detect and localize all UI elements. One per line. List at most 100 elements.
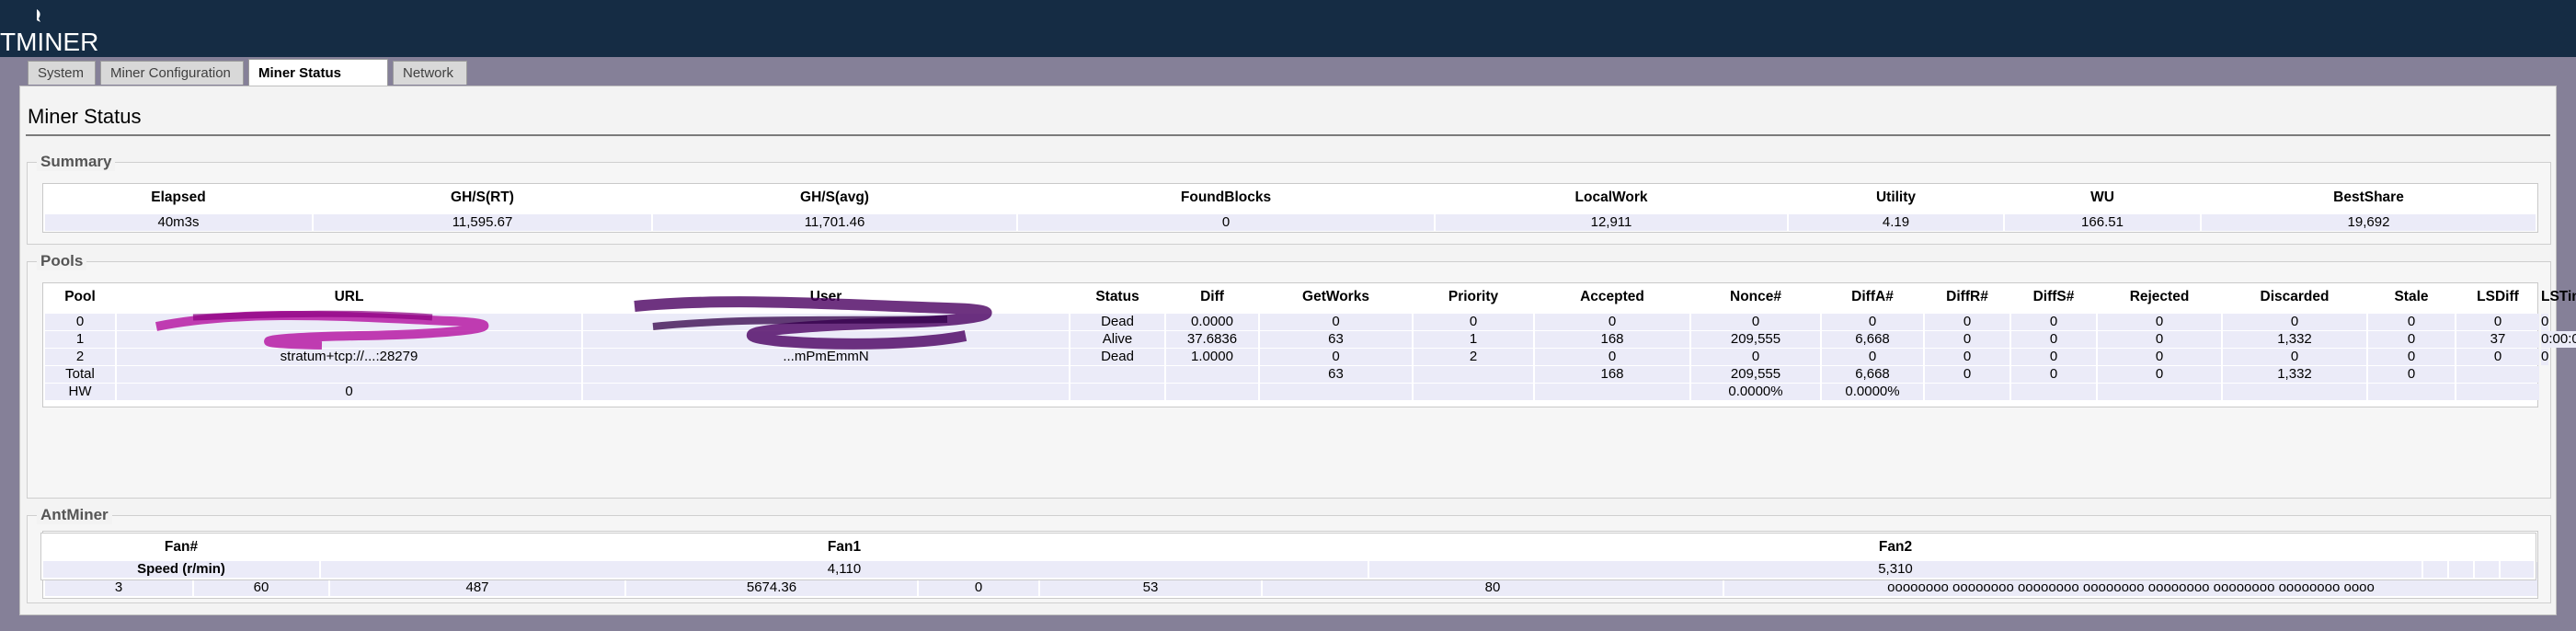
pools-cell: 0.0000% bbox=[1822, 384, 1923, 400]
pools-cell: Alive bbox=[1070, 331, 1164, 348]
pools-cell: 0.0000 bbox=[1166, 314, 1258, 330]
pools-cell: 37.6836 bbox=[1166, 331, 1258, 348]
pools-cell bbox=[583, 366, 1069, 383]
pools-cell: 209,555 bbox=[1691, 366, 1820, 383]
fan-header-cell: Fan1 bbox=[827, 539, 862, 555]
pools-cell bbox=[2223, 384, 2366, 400]
pools-cell: 63 bbox=[1260, 331, 1412, 348]
summary-legend: Summary bbox=[37, 153, 116, 171]
pools-cell: 0 bbox=[2456, 349, 2539, 365]
summary-section: Summary Elapsed GH/S(RT) GH/S(avg) Found… bbox=[27, 153, 2551, 245]
pools-header-cell: Diff bbox=[1200, 289, 1224, 304]
pools-cell: 0 bbox=[2011, 314, 2096, 330]
pools-cell: Dead bbox=[1070, 349, 1164, 365]
pools-cell: 0 bbox=[117, 384, 581, 400]
pools-header-cell: Status bbox=[1095, 289, 1139, 304]
redaction-scribble-icon bbox=[155, 296, 992, 350]
tab-miner-configuration[interactable]: Miner Configuration bbox=[100, 61, 244, 85]
pools-cell bbox=[1070, 384, 1164, 400]
summary-value-cell: 0 bbox=[1018, 214, 1434, 231]
fan-empty-cell bbox=[2449, 561, 2473, 578]
pools-legend: Pools bbox=[37, 252, 87, 270]
pools-cell: 0 bbox=[2541, 314, 2549, 330]
summary-value-cell: 11,701.46 bbox=[653, 214, 1016, 231]
pools-cell: 2 bbox=[1414, 349, 1533, 365]
fan-empty-cell bbox=[2475, 561, 2499, 578]
pools-cell bbox=[1260, 384, 1412, 400]
pools-cell bbox=[1535, 384, 1689, 400]
pools-cell: 0 bbox=[1822, 314, 1923, 330]
pools-cell: 0 bbox=[2223, 349, 2366, 365]
pools-cell: Dead bbox=[1070, 314, 1164, 330]
antminer-cell: 53 bbox=[1040, 579, 1261, 596]
pools-header-cell: Rejected bbox=[2129, 289, 2190, 304]
pools-cell: HW bbox=[45, 384, 115, 400]
pools-cell: 0 bbox=[2368, 349, 2455, 365]
pools-cell bbox=[1925, 384, 2009, 400]
pools-cell: 2 bbox=[45, 349, 115, 365]
pools-cell: 0 bbox=[1414, 314, 1533, 330]
pools-cell: 0 bbox=[1925, 314, 2009, 330]
pools-cell: 0 bbox=[2098, 366, 2221, 383]
pools-cell: 0 bbox=[2541, 349, 2549, 365]
top-banner: TMINER bbox=[0, 0, 2576, 57]
pools-header-cell: LSDiff bbox=[2477, 289, 2519, 304]
summary-header-cell: GH/S(RT) bbox=[451, 189, 514, 205]
fan-header-cell: Fan# bbox=[164, 539, 199, 555]
fan-header-cell: Fan2 bbox=[1878, 539, 1913, 555]
pools-cell bbox=[583, 384, 1069, 400]
pools-header-cell: Pool bbox=[64, 289, 96, 304]
summary-header-cell: LocalWork bbox=[1574, 189, 1648, 205]
pools-cell: 0 bbox=[1535, 314, 1689, 330]
pools-cell: 1 bbox=[1414, 331, 1533, 348]
pools-cell bbox=[1166, 366, 1258, 383]
summary-value-cell: 12,911 bbox=[1436, 214, 1787, 231]
pools-cell bbox=[1070, 366, 1164, 383]
pools-cell bbox=[2098, 384, 2221, 400]
pools-cell: 0 bbox=[1691, 314, 1820, 330]
summary-value-cell: 19,692 bbox=[2202, 214, 2536, 231]
summary-value-cell: 11,595.67 bbox=[314, 214, 651, 231]
pools-cell: 0 bbox=[2098, 349, 2221, 365]
pools-cell bbox=[2368, 384, 2455, 400]
pools-cell bbox=[2011, 384, 2096, 400]
antminer-cell: 0 bbox=[919, 579, 1038, 596]
pools-header-cell: DiffR# bbox=[1946, 289, 1988, 304]
pools-cell bbox=[1414, 384, 1533, 400]
pools-cell: 0 bbox=[2011, 349, 2096, 365]
pools-cell: 0 bbox=[2368, 314, 2455, 330]
pools-cell: 168 bbox=[1535, 366, 1689, 383]
pools-header-cell: Accepted bbox=[1580, 289, 1644, 304]
pools-cell: 0 bbox=[2223, 314, 2366, 330]
pools-cell bbox=[2456, 366, 2539, 383]
tab-system[interactable]: System bbox=[28, 61, 96, 85]
pools-cell: 168 bbox=[1535, 331, 1689, 348]
tab-miner-status[interactable]: Miner Status bbox=[248, 59, 388, 86]
tab-network[interactable]: Network bbox=[393, 61, 467, 85]
antminer-logo: TMINER bbox=[0, 7, 98, 56]
pools-cell: 1,332 bbox=[2223, 366, 2366, 383]
pools-cell bbox=[1166, 384, 1258, 400]
summary-header-cell: WU bbox=[2090, 189, 2114, 205]
summary-header-cell: Utility bbox=[1875, 189, 1917, 205]
pools-cell: 0 bbox=[45, 314, 115, 330]
logo-text: TMINER bbox=[0, 28, 99, 56]
fan-empty-cell bbox=[2501, 561, 2534, 578]
fan-table: Fan# Fan1 Fan2 Speed (r/min) 4,110 5,310 bbox=[40, 533, 2536, 580]
pools-cell: 0 bbox=[2011, 366, 2096, 383]
antminer-cell: 3 bbox=[45, 579, 192, 596]
pools-cell: 0 bbox=[1691, 349, 1820, 365]
pools-cell: Total bbox=[45, 366, 115, 383]
antminer-cell: 487 bbox=[330, 579, 624, 596]
fan-speed-value: 4,110 bbox=[321, 561, 1368, 578]
antminer-legend: AntMiner bbox=[37, 506, 112, 524]
summary-table: Elapsed GH/S(RT) GH/S(avg) FoundBlocks L… bbox=[42, 183, 2538, 233]
pools-header-cell: GetWorks bbox=[1302, 289, 1369, 304]
summary-header-cell: BestShare bbox=[2333, 189, 2404, 205]
pools-header-cell: LSTime bbox=[2541, 289, 2576, 304]
pools-header-cell: DiffS# bbox=[2032, 289, 2075, 304]
asic-status-cell: oooooooo oooooooo oooooooo oooooooo oooo… bbox=[1724, 579, 2537, 596]
page-title: Miner Status bbox=[28, 105, 142, 128]
summary-header-cell: Elapsed bbox=[151, 189, 206, 205]
pools-cell: 0 bbox=[2368, 366, 2455, 383]
